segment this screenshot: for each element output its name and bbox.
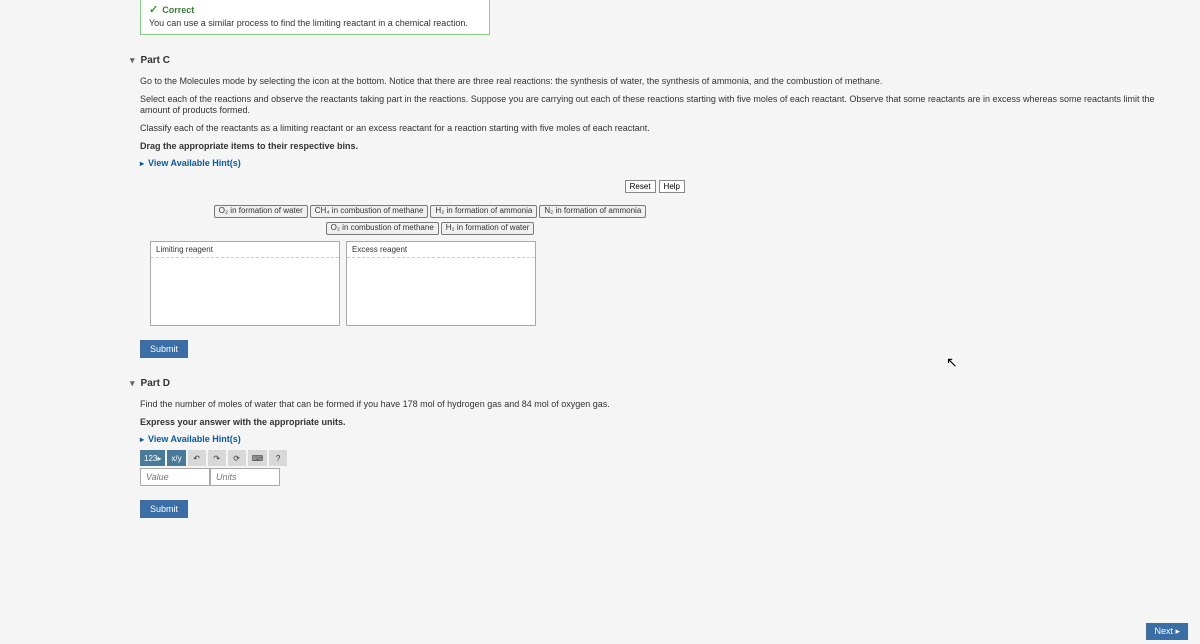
previous-hint-feedback: ✓ Correct You can use a similar process … (140, 0, 490, 35)
answer-toolbar: 123▸ x/y ↶ ↷ ⟳ ⌨ ? (140, 450, 1180, 466)
part-d-instruction-2: Express your answer with the appropriate… (140, 417, 1180, 429)
chip-h2-water[interactable]: H₂ in formation of water (441, 222, 535, 235)
part-c-content: Go to the Molecules mode by selecting th… (140, 76, 1180, 358)
keyboard-button[interactable]: ⌨ (248, 450, 268, 466)
bin-excess-label: Excess reagent (347, 242, 535, 258)
chevron-down-icon[interactable]: ▾ (130, 55, 135, 66)
help-input-button[interactable]: ? (269, 450, 287, 466)
part-d-header[interactable]: ▾ Part D (130, 378, 1200, 389)
next-button[interactable]: Next ▸ (1146, 623, 1188, 640)
part-c-instruction-2: Select each of the reactions and observe… (140, 94, 1180, 117)
view-hints-link-d[interactable]: ▸ View Available Hint(s) (140, 434, 1180, 444)
part-c-instruction-3: Classify each of the reactants as a limi… (140, 123, 1180, 135)
chevron-down-icon[interactable]: ▾ (130, 378, 135, 389)
chip-h2-ammonia[interactable]: H₂ in formation of ammonia (430, 205, 537, 218)
fraction-button[interactable]: x/y (167, 450, 185, 466)
part-c-instruction-4: Drag the appropriate items to their resp… (140, 141, 1180, 153)
submit-button-c[interactable]: Submit (140, 340, 188, 358)
value-input[interactable] (140, 468, 210, 486)
part-d-content: Find the number of moles of water that c… (140, 399, 1180, 518)
part-c-instruction-1: Go to the Molecules mode by selecting th… (140, 76, 1180, 88)
reset-input-button[interactable]: ⟳ (228, 450, 246, 466)
check-icon: ✓ (149, 3, 158, 16)
part-d-instruction-1: Find the number of moles of water that c… (140, 399, 1180, 411)
view-hints-link-c[interactable]: ▸ View Available Hint(s) (140, 158, 1180, 168)
reset-button[interactable]: Reset (625, 180, 656, 193)
classification-widget: Reset Help O₂ in formation of water CH₄ … (150, 180, 710, 326)
chip-ch4-methane[interactable]: CH₄ in combustion of methane (310, 205, 429, 218)
numeric-mode-button[interactable]: 123▸ (140, 450, 165, 466)
bin-limiting-label: Limiting reagent (151, 242, 339, 258)
triangle-right-icon: ▸ (140, 435, 144, 444)
chip-o2-water[interactable]: O₂ in formation of water (214, 205, 308, 218)
chips-row-2: O₂ in combustion of methane H₂ in format… (150, 222, 710, 235)
chip-n2-ammonia[interactable]: N₂ in formation of ammonia (539, 205, 646, 218)
triangle-right-icon: ▸ (140, 159, 144, 168)
correct-label: Correct (162, 5, 194, 15)
redo-button[interactable]: ↷ (208, 450, 226, 466)
part-c-title: Part C (141, 55, 170, 66)
bin-excess[interactable]: Excess reagent (346, 241, 536, 326)
submit-button-d[interactable]: Submit (140, 500, 188, 518)
correct-indicator: ✓ Correct (149, 3, 481, 16)
part-c-header[interactable]: ▾ Part C (130, 55, 1200, 66)
chips-row-1: O₂ in formation of water CH₄ in combusti… (150, 205, 710, 218)
widget-toolbar: Reset Help (150, 180, 685, 193)
undo-button[interactable]: ↶ (188, 450, 206, 466)
part-d-title: Part D (141, 378, 170, 389)
hint-feedback-text: You can use a similar process to find th… (149, 18, 481, 28)
bin-limiting[interactable]: Limiting reagent (150, 241, 340, 326)
answer-inputs (140, 468, 1180, 486)
help-button[interactable]: Help (659, 180, 685, 193)
chip-o2-methane[interactable]: O₂ in combustion of methane (326, 222, 439, 235)
bins-container: Limiting reagent Excess reagent (150, 241, 710, 326)
units-input[interactable] (210, 468, 280, 486)
